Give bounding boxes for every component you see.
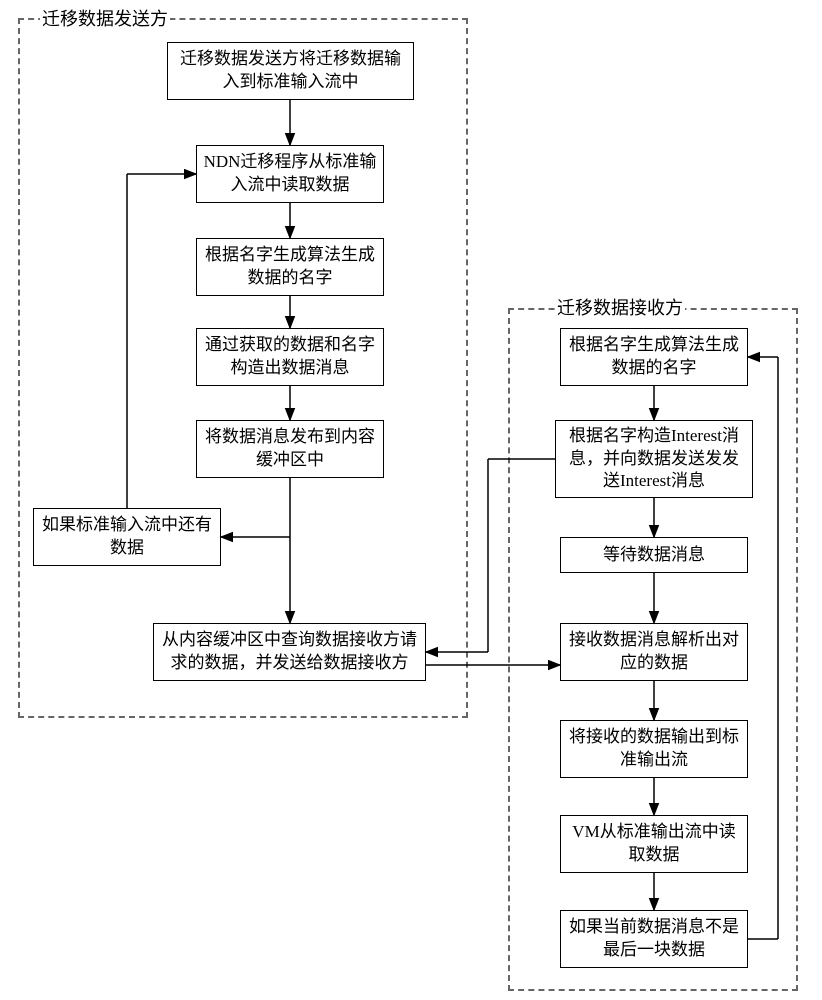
sender-step-b4: 通过获取的数据和名字构造出数据消息 (196, 328, 384, 386)
receiver-step-r5: 将接收的数据输出到标准输出流 (560, 720, 748, 778)
sender-step-b5: 将数据消息发布到内容缓冲区中 (196, 420, 384, 478)
receiver-step-r2: 根据名字构造Interest消息，并向数据发送发发送Interest消息 (555, 420, 753, 498)
sender-step-b6: 如果标准输入流中还有数据 (33, 508, 221, 566)
receiver-step-r6: VM从标准输出流中读取数据 (560, 815, 748, 873)
sender-title: 迁移数据发送方 (40, 5, 170, 31)
sender-step-b2: NDN迁移程序从标准输入流中读取数据 (196, 145, 384, 203)
sender-step-b1: 迁移数据发送方将迁移数据输入到标准输入流中 (167, 42, 414, 100)
receiver-step-r4: 接收数据消息解析出对应的数据 (560, 623, 748, 681)
sender-step-b3: 根据名字生成算法生成数据的名字 (196, 238, 384, 296)
receiver-title: 迁移数据接收方 (555, 294, 685, 320)
sender-step-b7: 从内容缓冲区中查询数据接收方请求的数据，并发送给数据接收方 (153, 623, 426, 681)
receiver-step-r3: 等待数据消息 (560, 537, 748, 573)
receiver-step-r1: 根据名字生成算法生成数据的名字 (560, 328, 748, 386)
receiver-step-r7: 如果当前数据消息不是最后一块数据 (560, 910, 748, 968)
